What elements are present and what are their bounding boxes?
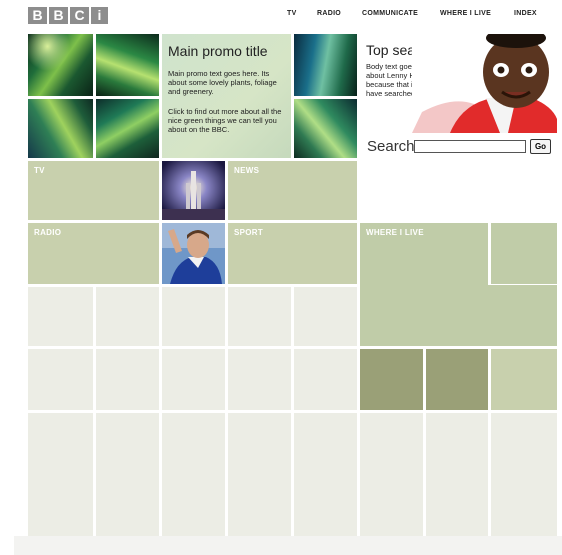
nav-link-radio[interactable]: RADIO <box>317 10 341 17</box>
foliage-image[interactable] <box>96 34 159 96</box>
foliage-image[interactable] <box>96 99 159 158</box>
empty-tile <box>162 413 225 536</box>
search-label: Search <box>367 138 415 155</box>
news-section-label: NEWS <box>234 166 260 175</box>
where-i-live-tile[interactable]: WHERE I LIVE <box>360 223 488 285</box>
sport-section-label: SPORT <box>234 228 264 237</box>
empty-tile <box>96 413 159 536</box>
tv-section-tile[interactable]: TV <box>28 161 159 220</box>
green-tile[interactable] <box>491 349 557 410</box>
empty-tile <box>96 349 159 410</box>
radio-section-label: RADIO <box>34 228 62 237</box>
logo-letter: B <box>28 7 47 24</box>
news-section-tile[interactable]: NEWS <box>228 161 357 220</box>
news-image[interactable] <box>162 161 225 220</box>
empty-tile <box>28 413 93 536</box>
empty-tile <box>426 413 488 536</box>
empty-tile <box>360 413 423 536</box>
logo-letter: i <box>91 7 108 24</box>
empty-tile <box>294 413 357 536</box>
foliage-image[interactable] <box>28 99 93 158</box>
promo-body: Main promo text goes here. Its about som… <box>168 69 277 96</box>
where-i-live-small-tile[interactable] <box>491 223 557 284</box>
dark-tile[interactable] <box>360 349 423 410</box>
dark-tile[interactable] <box>426 349 488 410</box>
tv-section-label: TV <box>34 166 45 175</box>
empty-tile <box>28 287 93 346</box>
logo-letter: C <box>70 7 89 24</box>
lenny-henry-photo[interactable] <box>412 34 557 133</box>
foliage-image[interactable] <box>294 34 357 96</box>
footer-band <box>14 536 562 555</box>
nav-link-tv[interactable]: TV <box>287 10 297 17</box>
empty-tile <box>228 413 291 536</box>
main-promo[interactable]: Main promo title Main promo text goes he… <box>162 34 291 158</box>
empty-tile <box>162 349 225 410</box>
empty-tile <box>228 349 291 410</box>
empty-tile <box>491 413 557 536</box>
where-i-live-map-tile[interactable] <box>360 285 557 346</box>
sport-image[interactable] <box>162 223 225 284</box>
promo-cta-text[interactable]: Click to find out more about all the nic… <box>168 107 286 134</box>
foliage-image[interactable] <box>294 99 357 158</box>
empty-tile <box>294 349 357 410</box>
empty-tile <box>228 287 291 346</box>
where-i-live-label: WHERE I LIVE <box>366 228 424 237</box>
empty-tile <box>294 287 357 346</box>
nav-link-communicate[interactable]: COMMUNICATE <box>362 10 418 17</box>
promo-title: Main promo title <box>168 43 268 59</box>
empty-tile <box>162 287 225 346</box>
nav-link-where-i-live[interactable]: WHERE I LIVE <box>440 10 491 17</box>
empty-tile <box>28 349 93 410</box>
empty-tile <box>96 287 159 346</box>
logo-letter: B <box>49 7 68 24</box>
search-input[interactable] <box>414 140 526 153</box>
go-button[interactable]: Go <box>530 139 551 154</box>
radio-section-tile[interactable]: RADIO <box>28 223 159 284</box>
foliage-image[interactable] <box>28 34 93 96</box>
sport-section-tile[interactable]: SPORT <box>228 223 357 284</box>
nav-link-index[interactable]: INDEX <box>514 10 537 17</box>
